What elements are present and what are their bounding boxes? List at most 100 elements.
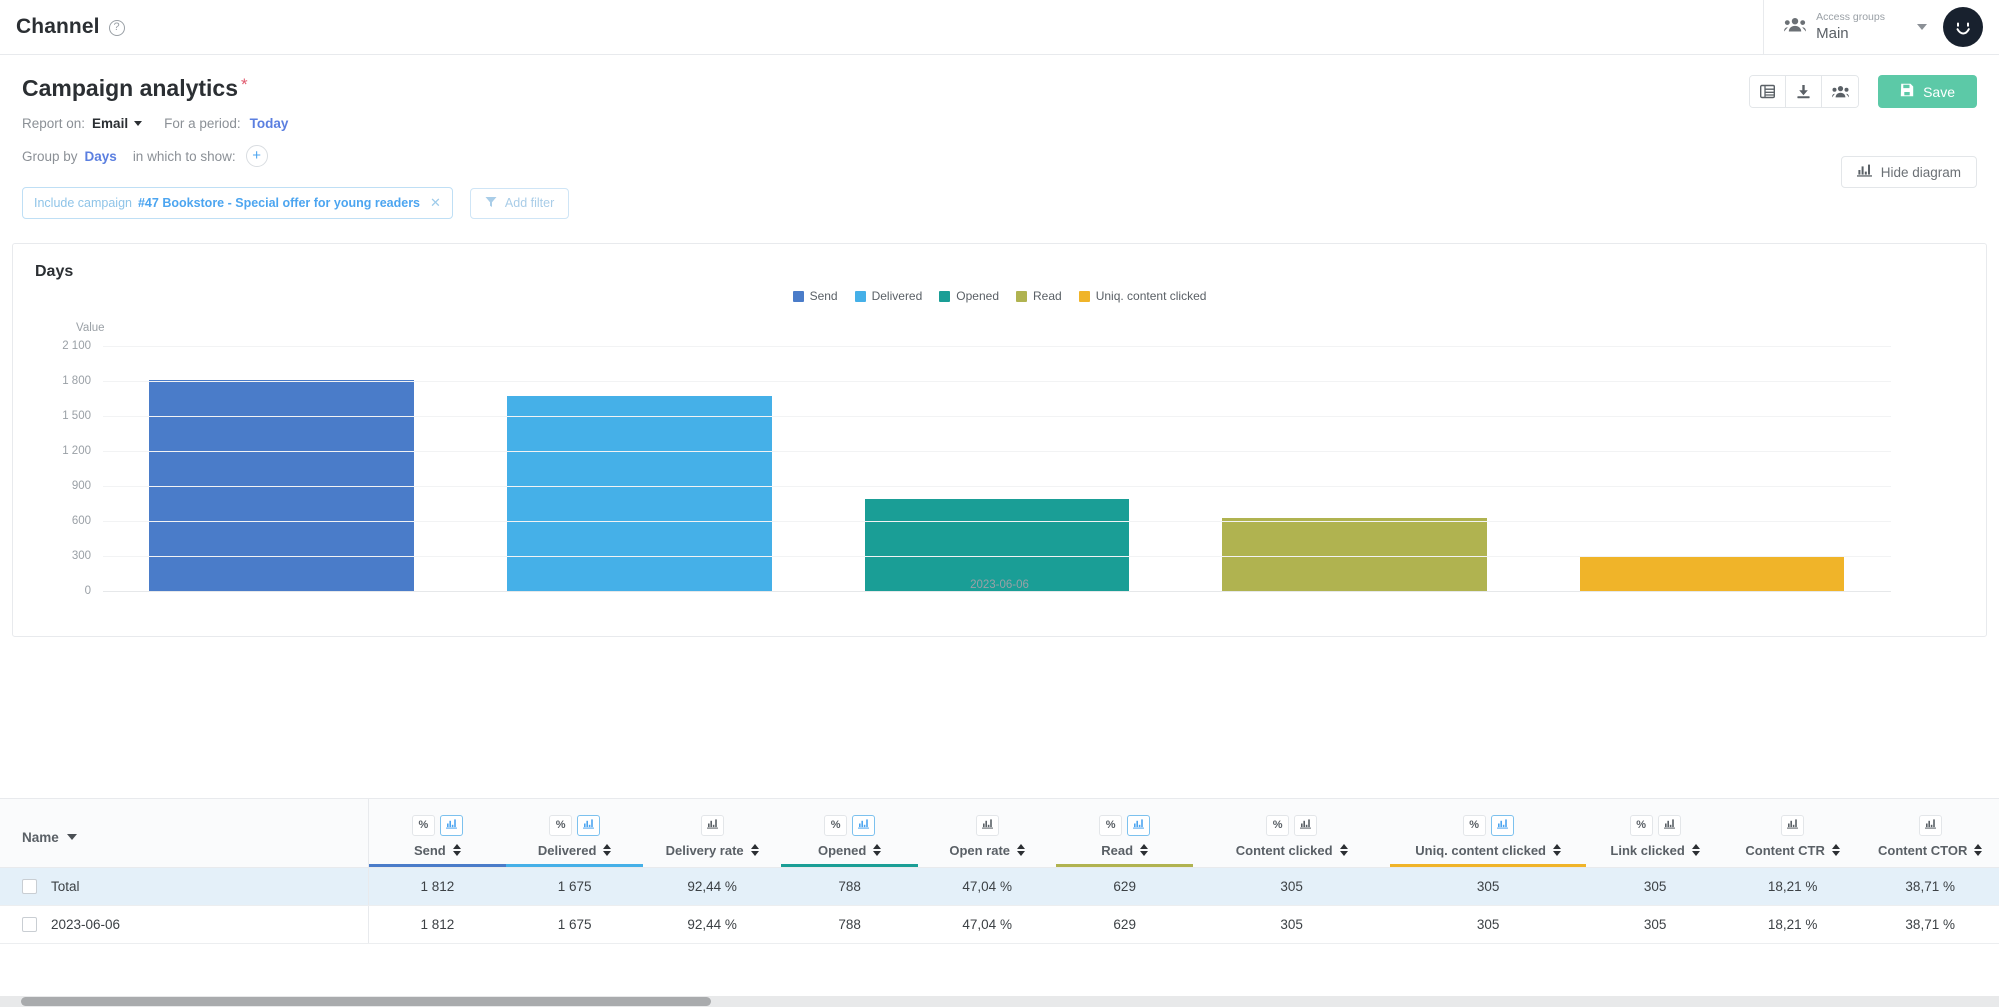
filter-chip-campaign[interactable]: Include campaign #47 Bookstore - Special…: [22, 187, 453, 220]
chevron-down-icon[interactable]: [66, 834, 77, 840]
column-header-delivered[interactable]: % Delivered: [505, 799, 644, 868]
chart-toggle-send[interactable]: [439, 814, 463, 836]
smiley-avatar-icon[interactable]: [1943, 7, 1983, 47]
chart-toggle-opened[interactable]: [852, 814, 876, 836]
view-icon-group: [1749, 75, 1860, 108]
legend-swatch: [1078, 290, 1090, 302]
chevron-down-icon[interactable]: [1917, 24, 1927, 30]
table-row[interactable]: 2023-06-06 1 812 1 675 92,44 % 788 47,04 % 629…: [0, 905, 1999, 944]
column-header-name[interactable]: Name: [0, 799, 369, 868]
save-button[interactable]: Save: [1878, 75, 1977, 108]
row-checkbox[interactable]: [22, 916, 37, 932]
column-header-label: Link clicked: [1610, 842, 1685, 858]
add-metric-button[interactable]: +: [245, 145, 268, 168]
chart-bar-uniq-content-clicked[interactable]: [1579, 555, 1845, 592]
percent-toggle-delivered[interactable]: %: [549, 814, 573, 836]
legend-item-opened[interactable]: Opened: [939, 289, 999, 303]
chevron-down-icon[interactable]: [134, 121, 143, 127]
legend-item-delivered[interactable]: Delivered: [854, 289, 922, 303]
percent-toggle-uniq-content-clicked[interactable]: %: [1462, 814, 1486, 836]
cell-uniq-content-clicked: 305: [1389, 867, 1587, 906]
column-header-content-clicked[interactable]: % Content clicked: [1193, 799, 1390, 868]
column-header-open-rate[interactable]: Open rate: [918, 799, 1056, 868]
add-filter-button[interactable]: Add filter: [469, 187, 570, 219]
chart-bar-delivered[interactable]: [507, 395, 772, 592]
chart-title: Days: [35, 263, 74, 281]
percent-toggle-link-clicked[interactable]: %: [1629, 814, 1653, 836]
sort-icon[interactable]: [1553, 844, 1561, 856]
chart-bar-read[interactable]: [1222, 517, 1487, 592]
chart-toggle-link-clicked[interactable]: [1657, 814, 1681, 836]
sort-icon[interactable]: [1140, 844, 1149, 856]
y-axis-tick: 2 100: [62, 340, 91, 353]
column-header-link-clicked[interactable]: % Link clicked: [1586, 799, 1724, 868]
sort-icon[interactable]: [1339, 844, 1348, 856]
legend-label: Send: [809, 289, 838, 304]
column-toggles: %: [369, 814, 506, 836]
percent-toggle-send[interactable]: %: [411, 814, 435, 836]
chart-toggle-read[interactable]: [1127, 814, 1151, 836]
sort-icon[interactable]: [750, 844, 759, 856]
legend-item-send[interactable]: Send: [792, 289, 838, 304]
top-bar: Channel ? Access groups Main: [0, 0, 1999, 55]
table-icon[interactable]: [1750, 76, 1787, 107]
legend-item-read[interactable]: Read: [1016, 289, 1062, 303]
legend-item-uniq-content-clicked[interactable]: Uniq. content clicked: [1078, 289, 1206, 303]
report-on-value[interactable]: Email: [92, 116, 128, 131]
sort-icon[interactable]: [1974, 844, 1983, 856]
column-toggles: [643, 814, 781, 836]
column-header-content-ctr[interactable]: Content CTR: [1723, 799, 1862, 868]
people-icon[interactable]: [1822, 76, 1859, 107]
column-header-opened[interactable]: % Opened: [780, 799, 919, 868]
column-header-send[interactable]: % Send: [368, 799, 506, 868]
row-name-cell: Total: [0, 867, 369, 906]
chart-toggle-content-ctr[interactable]: [1781, 814, 1805, 836]
column-accent-bar: [368, 863, 506, 867]
close-icon[interactable]: ✕: [430, 195, 441, 211]
cell-content-clicked: 305: [1193, 867, 1390, 906]
sort-icon[interactable]: [603, 844, 612, 856]
chart-toggle-open-rate[interactable]: [975, 814, 999, 836]
download-icon[interactable]: [1786, 76, 1823, 107]
column-header-delivery-rate[interactable]: Delivery rate: [643, 799, 781, 868]
horizontal-scrollbar-thumb[interactable]: [21, 997, 711, 1006]
question-mark-icon[interactable]: ?: [108, 20, 125, 36]
sort-icon[interactable]: [452, 844, 461, 856]
chart-toggle-content-ctor[interactable]: [1918, 814, 1942, 836]
filter-chip-prefix: Include campaign: [34, 196, 132, 211]
access-groups-selector[interactable]: Access groups Main: [1763, 0, 1943, 54]
chart-gridline: [103, 556, 1891, 558]
column-header-read[interactable]: % Read: [1055, 799, 1194, 868]
table-row[interactable]: Total 1 812 1 675 92,44 % 788 47,04 % 629 305 30…: [0, 867, 1999, 906]
column-header-label: Content CTOR: [1878, 842, 1968, 858]
group-by-value[interactable]: Days: [85, 149, 117, 164]
sort-icon[interactable]: [1017, 844, 1026, 856]
horizontal-scrollbar[interactable]: [0, 996, 1999, 1007]
percent-toggle-opened[interactable]: %: [824, 814, 848, 836]
chart-card: Days Send Delivered Opened Read Uniq. conten…: [12, 243, 1987, 638]
percent-toggle-content-clicked[interactable]: %: [1266, 814, 1290, 836]
chart-toggle-content-clicked[interactable]: [1294, 814, 1318, 836]
hide-diagram-button[interactable]: Hide diagram: [1840, 156, 1977, 188]
cell-opened: 788: [780, 867, 919, 906]
chart-bar-opened[interactable]: [864, 499, 1130, 592]
sort-icon[interactable]: [1831, 844, 1840, 856]
column-header-content-ctor[interactable]: Content CTOR: [1861, 799, 1999, 868]
column-header-uniq-content-clicked[interactable]: % Uniq. content clicked: [1389, 799, 1587, 868]
cell-delivery-rate: 92,44 %: [643, 867, 781, 906]
column-accent-bar: [1389, 863, 1587, 867]
data-table-container: Name % Send% Delivered Delivery rate % Opened…: [0, 798, 1999, 1007]
column-header-label: Delivery rate: [665, 842, 744, 858]
chart-toggle-delivered[interactable]: [577, 814, 601, 836]
row-name-cell: 2023-06-06: [0, 905, 369, 944]
y-axis-tick: 0: [84, 585, 91, 598]
column-header-name-label: Name: [22, 829, 59, 845]
percent-toggle-read[interactable]: %: [1099, 814, 1123, 836]
chart-toggle-delivery-rate[interactable]: [700, 814, 724, 836]
period-value[interactable]: Today: [250, 116, 289, 131]
row-checkbox[interactable]: [22, 878, 37, 894]
chart-toggle-uniq-content-clicked[interactable]: [1490, 814, 1514, 836]
column-header-label: Delivered: [537, 842, 597, 858]
sort-icon[interactable]: [873, 844, 882, 856]
sort-icon[interactable]: [1691, 844, 1700, 856]
